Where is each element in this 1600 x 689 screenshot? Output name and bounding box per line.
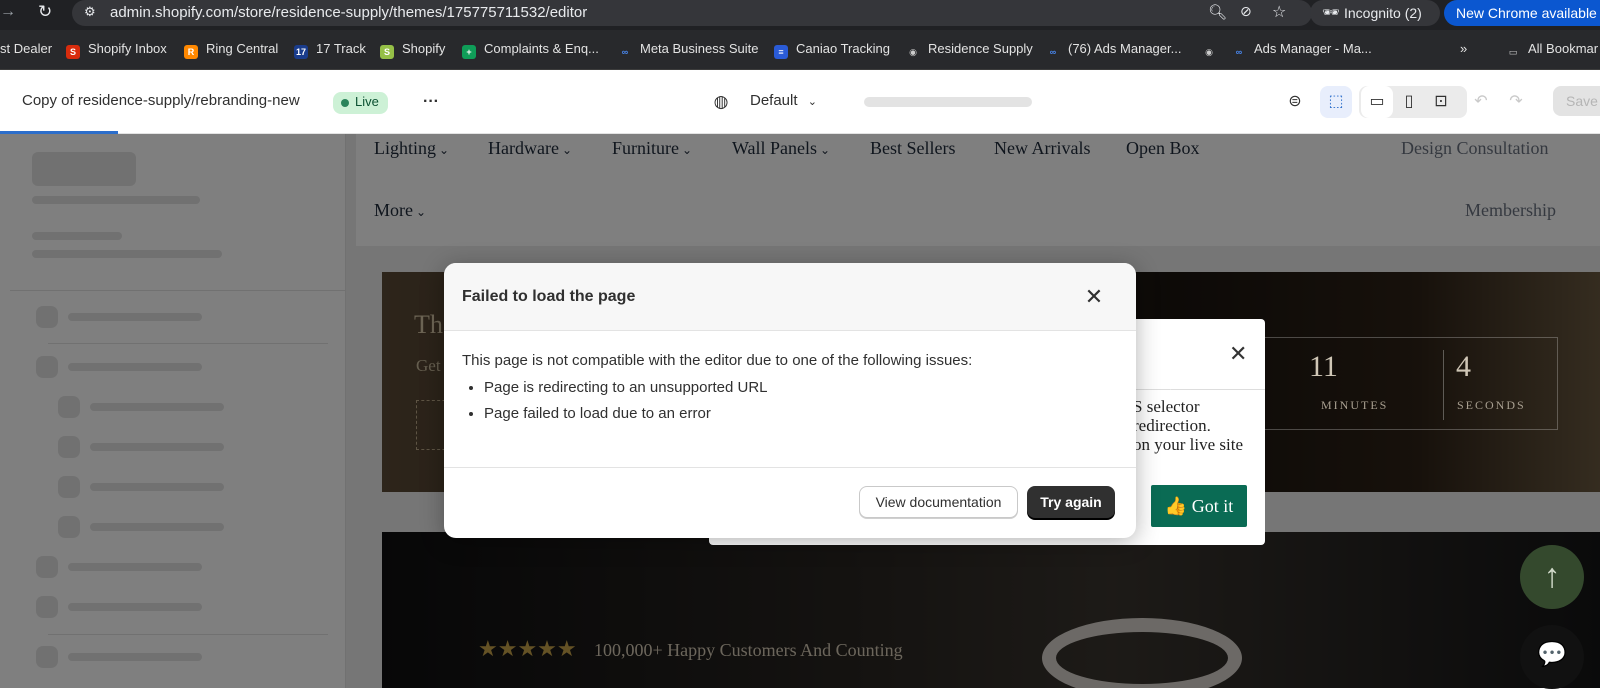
eye-off-icon[interactable]: ⊘ — [1240, 3, 1252, 20]
browser-toolbar: → ↻ ⚙ admin.shopify.com/store/residence-… — [0, 0, 1600, 30]
issue-item: Page failed to load due to an error — [484, 405, 1122, 422]
countdown-timer: 11 MINUTES 4 SECONDS — [1170, 337, 1558, 430]
bookmark-label: Shopify Inbox — [88, 41, 167, 56]
bookmark-item[interactable]: st Dealer — [0, 41, 52, 56]
bookmark-item[interactable]: 17 17 Track — [294, 41, 366, 59]
modal-header: Failed to load the page ✕ — [444, 263, 1136, 331]
bookmark-item[interactable]: ∞ Ads Manager - Ma... — [1232, 41, 1372, 59]
ring-central-icon: R — [184, 45, 198, 59]
bookmark-label: 17 Track — [316, 41, 366, 56]
shopify-icon: S — [380, 45, 394, 59]
globe-icon[interactable]: ◍ — [705, 86, 737, 118]
globe-icon: ◉ — [1205, 47, 1213, 57]
got-it-button[interactable]: 👍 Got it — [1151, 485, 1247, 527]
site-info-icon[interactable]: ⚙ — [84, 4, 96, 20]
live-badge: Live — [333, 92, 388, 114]
reload-icon[interactable]: ↻ — [38, 2, 52, 22]
template-selector[interactable]: Default ⌄ — [750, 92, 817, 109]
modal-intro: This page is not compatible with the edi… — [462, 352, 973, 369]
sheets-icon: + — [462, 45, 476, 59]
zoom-icon[interactable]: 🔍︎ — [1208, 3, 1227, 21]
meta-icon: ∞ — [621, 47, 629, 57]
meta-icon: ∞ — [1235, 47, 1243, 57]
mobile-icon[interactable]: ▯ — [1393, 86, 1425, 118]
modal-footer: View documentation Try again — [444, 467, 1136, 538]
issue-list: Page is redirecting to an unsupported UR… — [484, 379, 1122, 422]
bookmark-label: Residence Supply — [928, 41, 1033, 56]
bookmark-item[interactable]: ◉ — [1202, 41, 1224, 59]
incognito-label: Incognito (2) — [1344, 5, 1422, 21]
save-button[interactable]: Save — [1553, 86, 1600, 116]
bookmark-item[interactable]: ◉ Residence Supply — [906, 41, 1033, 59]
meta-icon: ∞ — [1049, 47, 1057, 57]
inspector-icon[interactable]: ⬚ — [1320, 86, 1352, 118]
bookmark-label: Complaints & Enq... — [484, 41, 599, 56]
address-bar[interactable]: ⚙ admin.shopify.com/store/residence-supp… — [72, 0, 1312, 26]
view-documentation-button[interactable]: View documentation — [859, 486, 1018, 518]
bookmark-item[interactable]: ∞ (76) Ads Manager... — [1046, 41, 1182, 59]
issue-item: Page is redirecting to an unsupported UR… — [484, 379, 1122, 396]
full-width-icon[interactable]: ⊡ — [1425, 86, 1457, 118]
chat-icon[interactable]: 💬 — [1520, 625, 1584, 689]
editor-topbar: Copy of residence-supply/rebranding-new … — [0, 70, 1600, 134]
theme-name: Copy of residence-supply/rebranding-new — [22, 92, 300, 109]
all-bookmarks-button[interactable]: ▭ All Bookmar — [1506, 41, 1598, 59]
bookmark-label: Shopify — [402, 41, 446, 56]
folder-icon: ▭ — [1508, 47, 1518, 57]
bookmark-label: Ads Manager - Ma... — [1254, 41, 1372, 56]
minutes-label: MINUTES — [1321, 398, 1389, 412]
bookmark-item[interactable]: S Shopify Inbox — [66, 41, 167, 59]
bookmarks-bar: st Dealer S Shopify Inbox R Ring Central 1… — [0, 30, 1600, 70]
minutes-value: 11 — [1309, 350, 1338, 383]
undo-icon[interactable]: ↶ — [1465, 86, 1497, 118]
forward-icon[interactable]: → — [0, 3, 16, 21]
bookmark-label: st Dealer — [0, 41, 53, 56]
new-chrome-button[interactable]: New Chrome available — [1444, 0, 1600, 26]
modal-body: This page is not compatible with the edi… — [462, 352, 1122, 431]
incognito-indicator[interactable]: 🕶 Incognito (2) — [1310, 0, 1440, 26]
scroll-top-icon[interactable]: ↑ — [1520, 545, 1584, 609]
bookmark-item[interactable]: S Shopify — [380, 41, 445, 59]
globe-icon: ◉ — [909, 47, 917, 57]
popup-text: on your live site — [1133, 435, 1244, 454]
bookmark-label: Ring Central — [206, 41, 279, 56]
seconds-label: SECONDS — [1457, 398, 1526, 412]
chevron-down-icon: ⌄ — [807, 96, 817, 108]
app-embeds-icon[interactable]: ⊜ — [1279, 86, 1311, 118]
seventeen-track-icon: 17 — [294, 45, 308, 59]
caniao-icon: ≡ — [774, 45, 788, 59]
desktop-icon[interactable]: ▭ — [1361, 86, 1393, 118]
url-text: admin.shopify.com/store/residence-supply… — [110, 4, 588, 21]
more-actions-icon[interactable]: ··· — [415, 86, 447, 118]
modal-title: Failed to load the page — [462, 288, 636, 305]
incognito-icon: 🕶 — [1322, 4, 1340, 20]
star-icon[interactable]: ☆ — [1272, 2, 1286, 22]
template-label: Default — [750, 92, 798, 109]
close-icon[interactable]: ✕ — [1080, 283, 1108, 311]
try-again-button[interactable]: Try again — [1027, 486, 1115, 518]
more-bookmarks-icon[interactable]: » — [1460, 41, 1467, 56]
bookmark-item[interactable]: R Ring Central — [184, 41, 278, 59]
divider — [1443, 350, 1444, 420]
loading-skeleton — [864, 97, 1032, 107]
bookmark-label: (76) Ads Manager... — [1068, 41, 1182, 56]
bookmark-item[interactable]: ≡ Caniao Tracking — [774, 41, 890, 59]
bookmark-item[interactable]: + Complaints & Enq... — [462, 41, 599, 59]
bookmark-label: Caniao Tracking — [796, 41, 890, 56]
shopify-inbox-icon: S — [66, 45, 80, 59]
bookmark-item[interactable]: ∞ Meta Business Suite — [618, 41, 759, 59]
bookmark-label: Meta Business Suite — [640, 41, 759, 56]
live-label: Live — [355, 94, 379, 109]
all-bookmarks-label: All Bookmar — [1528, 41, 1599, 56]
error-modal: Failed to load the page ✕ This page is n… — [444, 263, 1136, 538]
redo-icon[interactable]: ↷ — [1500, 86, 1532, 118]
live-dot-icon — [341, 99, 349, 107]
seconds-value: 4 — [1456, 350, 1471, 383]
